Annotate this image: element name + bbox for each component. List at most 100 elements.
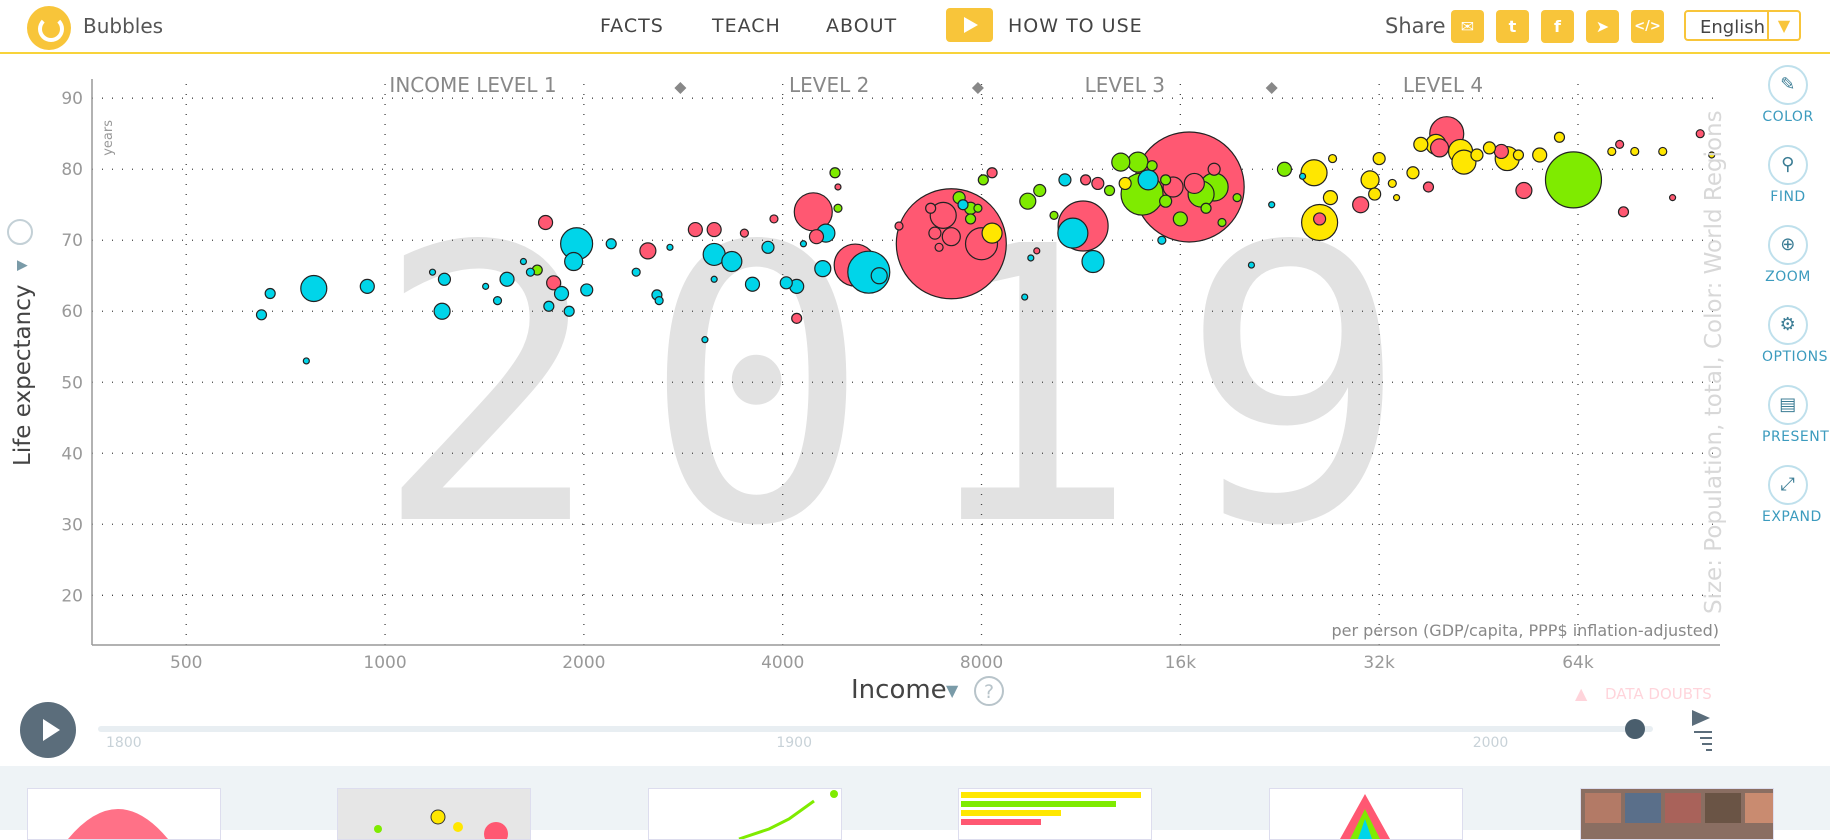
country-bubble[interactable]: [1080, 174, 1092, 186]
language-select[interactable]: English ▼: [1684, 10, 1801, 41]
thumb-map[interactable]: [337, 788, 531, 840]
country-bubble[interactable]: [1127, 151, 1149, 173]
country-bubble[interactable]: [706, 221, 722, 238]
speed-control[interactable]: [1690, 708, 1716, 756]
country-bubble[interactable]: [1103, 184, 1116, 197]
level-boundary-marker[interactable]: [971, 82, 984, 94]
thumb-lines[interactable]: [648, 788, 842, 840]
country-bubble[interactable]: [1322, 190, 1339, 206]
country-bubble[interactable]: [1200, 202, 1212, 214]
country-bubble[interactable]: [973, 203, 983, 213]
country-bubble[interactable]: [482, 282, 490, 290]
country-bubble[interactable]: [1033, 183, 1047, 198]
y-axis-label[interactable]: Life expectancy: [10, 285, 36, 466]
country-bubble[interactable]: [986, 167, 998, 179]
country-bubble[interactable]: [654, 295, 664, 306]
country-bubble[interactable]: [981, 222, 1003, 244]
country-bubble[interactable]: [894, 221, 904, 231]
country-bubble[interactable]: [977, 174, 989, 186]
country-bubble[interactable]: [1313, 212, 1327, 226]
country-bubble[interactable]: [1160, 174, 1172, 186]
country-bubble[interactable]: [934, 242, 944, 252]
country-bubble[interactable]: [255, 309, 268, 321]
country-bubble[interactable]: [437, 272, 452, 286]
country-bubble[interactable]: [1360, 170, 1380, 190]
income-level-label[interactable]: LEVEL 3: [1085, 73, 1165, 97]
nav-about[interactable]: ABOUT: [826, 15, 897, 37]
timeline-handle[interactable]: [1625, 719, 1645, 739]
country-bubble[interactable]: [359, 278, 375, 294]
country-bubble[interactable]: [779, 276, 793, 290]
country-bubble[interactable]: [791, 312, 803, 324]
country-bubble[interactable]: [957, 199, 969, 211]
tool-find[interactable]: ⚲ FIND: [1762, 145, 1814, 205]
country-bubble[interactable]: [302, 357, 310, 365]
country-bubble[interactable]: [1019, 192, 1037, 210]
country-bubble[interactable]: [1422, 181, 1435, 193]
embed-icon[interactable]: </>: [1631, 10, 1664, 43]
country-bubble[interactable]: [1630, 146, 1640, 157]
country-bubble[interactable]: [1207, 162, 1221, 176]
country-bubble[interactable]: [829, 167, 841, 179]
country-bubble[interactable]: [492, 295, 503, 306]
country-bubble[interactable]: [1372, 151, 1386, 166]
country-bubble[interactable]: [1482, 141, 1497, 155]
country-bubble[interactable]: [1058, 173, 1072, 187]
how-to-use-play-icon[interactable]: [946, 8, 993, 42]
country-bubble[interactable]: [1118, 176, 1132, 191]
country-bubble[interactable]: [1146, 160, 1158, 172]
country-bubble[interactable]: [1553, 131, 1566, 143]
country-bubble[interactable]: [701, 336, 709, 344]
x-axis-dropdown-icon[interactable]: ▼: [946, 681, 959, 700]
country-bubble[interactable]: [639, 242, 657, 260]
tool-zoom[interactable]: ⊕ ZOOM: [1762, 225, 1814, 285]
country-bubble[interactable]: [925, 202, 937, 214]
country-bubble[interactable]: [870, 267, 888, 285]
country-bubble[interactable]: [1413, 136, 1429, 152]
country-bubble[interactable]: [605, 238, 617, 250]
telegram-icon[interactable]: ➤: [1586, 10, 1619, 43]
thumb-bars[interactable]: [958, 788, 1152, 840]
country-bubble[interactable]: [1137, 169, 1159, 191]
nav-how-to-use[interactable]: HOW TO USE: [1008, 15, 1143, 37]
country-bubble[interactable]: [499, 271, 515, 287]
country-bubble[interactable]: [1470, 148, 1484, 162]
nav-facts[interactable]: FACTS: [600, 15, 664, 37]
country-bubble[interactable]: [687, 221, 703, 238]
country-bubble[interactable]: [1159, 194, 1173, 208]
country-bubble[interactable]: [761, 240, 775, 254]
data-doubts-link[interactable]: ▲ DATA DOUBTS: [1575, 684, 1712, 703]
y-axis-dropdown-icon[interactable]: ▼: [14, 260, 30, 271]
country-bubble[interactable]: [928, 226, 942, 240]
country-bubble[interactable]: [799, 240, 808, 248]
play-button[interactable]: [20, 702, 76, 758]
country-bubble[interactable]: [833, 203, 843, 213]
country-bubble[interactable]: [1298, 172, 1307, 180]
country-bubble[interactable]: [1544, 151, 1603, 209]
country-bubble[interactable]: [1247, 261, 1256, 269]
y-axis-axis-icon[interactable]: [7, 219, 33, 245]
country-bubble[interactable]: [1617, 206, 1630, 218]
country-bubble[interactable]: [744, 276, 761, 292]
country-bubble[interactable]: [1172, 211, 1188, 227]
country-bubble[interactable]: [1183, 172, 1205, 195]
country-bubble[interactable]: [563, 305, 575, 317]
email-icon[interactable]: ✉: [1451, 10, 1484, 43]
country-bubble[interactable]: [543, 300, 555, 312]
country-bubble[interactable]: [300, 274, 328, 303]
country-bubble[interactable]: [769, 214, 779, 224]
country-bubble[interactable]: [814, 260, 832, 278]
country-bubble[interactable]: [1300, 159, 1328, 187]
country-bubble[interactable]: [1327, 153, 1338, 164]
country-bubble[interactable]: [1512, 149, 1525, 161]
thumb-mountains[interactable]: [1269, 788, 1463, 840]
country-bubble[interactable]: [1368, 187, 1382, 201]
level-boundary-marker[interactable]: [674, 82, 687, 94]
country-bubble[interactable]: [564, 251, 584, 272]
country-bubble[interactable]: [1049, 210, 1059, 220]
tool-present[interactable]: ▤ PRESENT: [1762, 385, 1829, 445]
country-bubble[interactable]: [433, 302, 451, 320]
tool-color[interactable]: ✎ COLOR: [1762, 65, 1814, 125]
thumb-distribution[interactable]: [27, 788, 221, 840]
country-bubble[interactable]: [580, 283, 594, 297]
